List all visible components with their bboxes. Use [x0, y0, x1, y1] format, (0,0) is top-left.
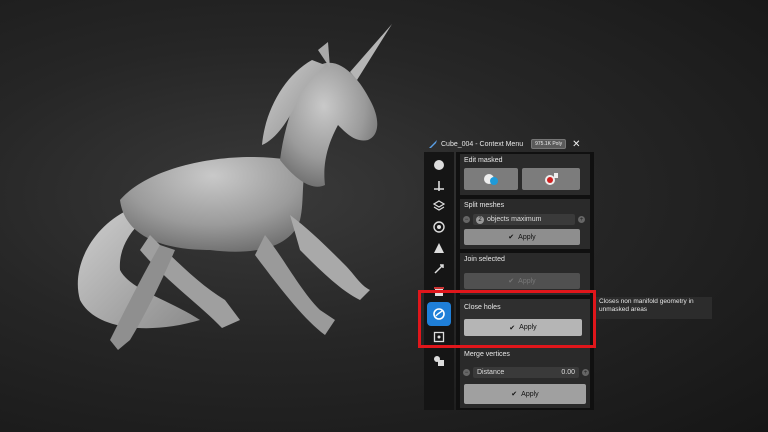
split-meshes-apply-button[interactable]: ✔ Apply: [464, 229, 580, 245]
close-holes-section: Close holes ✔ Apply: [460, 299, 590, 345]
split-count-value: 2: [476, 215, 484, 224]
check-icon: ✔: [511, 391, 518, 398]
layers-icon[interactable]: [430, 197, 448, 215]
panel-title: Cube_004 - Context Menu: [441, 140, 524, 148]
panel-header: Cube_004 - Context Menu 975.1K Poly ✕: [424, 136, 596, 152]
side-toolbar: [424, 152, 454, 410]
increase-icon[interactable]: +: [578, 216, 585, 223]
context-menu-panel: Cube_004 - Context Menu 975.1K Poly ✕ Ed…: [424, 136, 596, 410]
distance-value: 0.00: [561, 369, 575, 376]
poly-count-badge: 975.1K Poly: [531, 139, 567, 149]
viewport-scene[interactable]: [0, 0, 768, 432]
close-icon[interactable]: ✕: [572, 139, 580, 150]
split-meshes-section: Split meshes − 2 objects maximum + ✔ Appl…: [460, 199, 590, 249]
apply-label: Apply: [518, 277, 536, 285]
material-icon[interactable]: [430, 218, 448, 236]
merge-vertices-apply-button[interactable]: ✔ Apply: [464, 384, 586, 404]
edit-masked-delete-button[interactable]: [522, 168, 580, 190]
sculpt-icon[interactable]: [430, 156, 448, 174]
apply-label: Apply: [521, 390, 539, 398]
increase-icon[interactable]: +: [582, 369, 589, 376]
join-selected-apply-button[interactable]: ✔ Apply: [464, 273, 580, 289]
boolean-icon[interactable]: [430, 352, 448, 370]
split-count-suffix: objects maximum: [487, 216, 542, 223]
edit-masked-section: Edit masked: [460, 154, 590, 195]
check-icon: ✔: [508, 278, 515, 285]
scene-icon[interactable]: [430, 239, 448, 257]
delete-masked-icon: [545, 173, 558, 185]
join-selected-title: Join selected: [464, 256, 505, 263]
unicord-model: [77, 24, 392, 350]
horn: [350, 24, 392, 80]
edit-masked-title: Edit masked: [464, 157, 503, 164]
retopo-icon[interactable]: [430, 328, 448, 346]
gift-icon[interactable]: [430, 282, 448, 300]
merge-vertices-title: Merge vertices: [464, 351, 510, 358]
split-meshes-title: Split meshes: [464, 202, 505, 209]
distance-label: Distance: [477, 369, 505, 376]
close-holes-apply-button[interactable]: ✔ Apply: [464, 319, 582, 336]
close-holes-tool-icon[interactable]: [427, 302, 451, 326]
decrease-icon[interactable]: −: [463, 369, 470, 376]
check-icon: ✔: [508, 234, 515, 241]
edit-masked-mask-button[interactable]: [464, 168, 518, 190]
check-icon: ✔: [509, 324, 516, 332]
tools-icon[interactable]: [430, 260, 448, 278]
split-count-field[interactable]: 2 objects maximum: [473, 214, 575, 225]
transform-icon[interactable]: [430, 177, 448, 195]
close-holes-title: Close holes: [464, 304, 501, 311]
apply-label: Apply: [519, 324, 537, 331]
front-leg: [290, 215, 370, 300]
merge-vertices-section: Merge vertices − Distance 0.00 + ✔ Apply: [460, 348, 590, 408]
menu-content: Edit masked Split meshes − 2 objects max…: [456, 152, 594, 410]
brush-icon: [429, 140, 437, 148]
decrease-icon[interactable]: −: [463, 216, 470, 223]
close-holes-tooltip: Closes non manifold geometry in unmasked…: [596, 297, 712, 319]
distance-field[interactable]: Distance 0.00: [473, 367, 579, 378]
mask-icon: [484, 174, 498, 185]
apply-label: Apply: [518, 233, 536, 241]
join-selected-section: Join selected ✔ Apply: [460, 253, 590, 295]
